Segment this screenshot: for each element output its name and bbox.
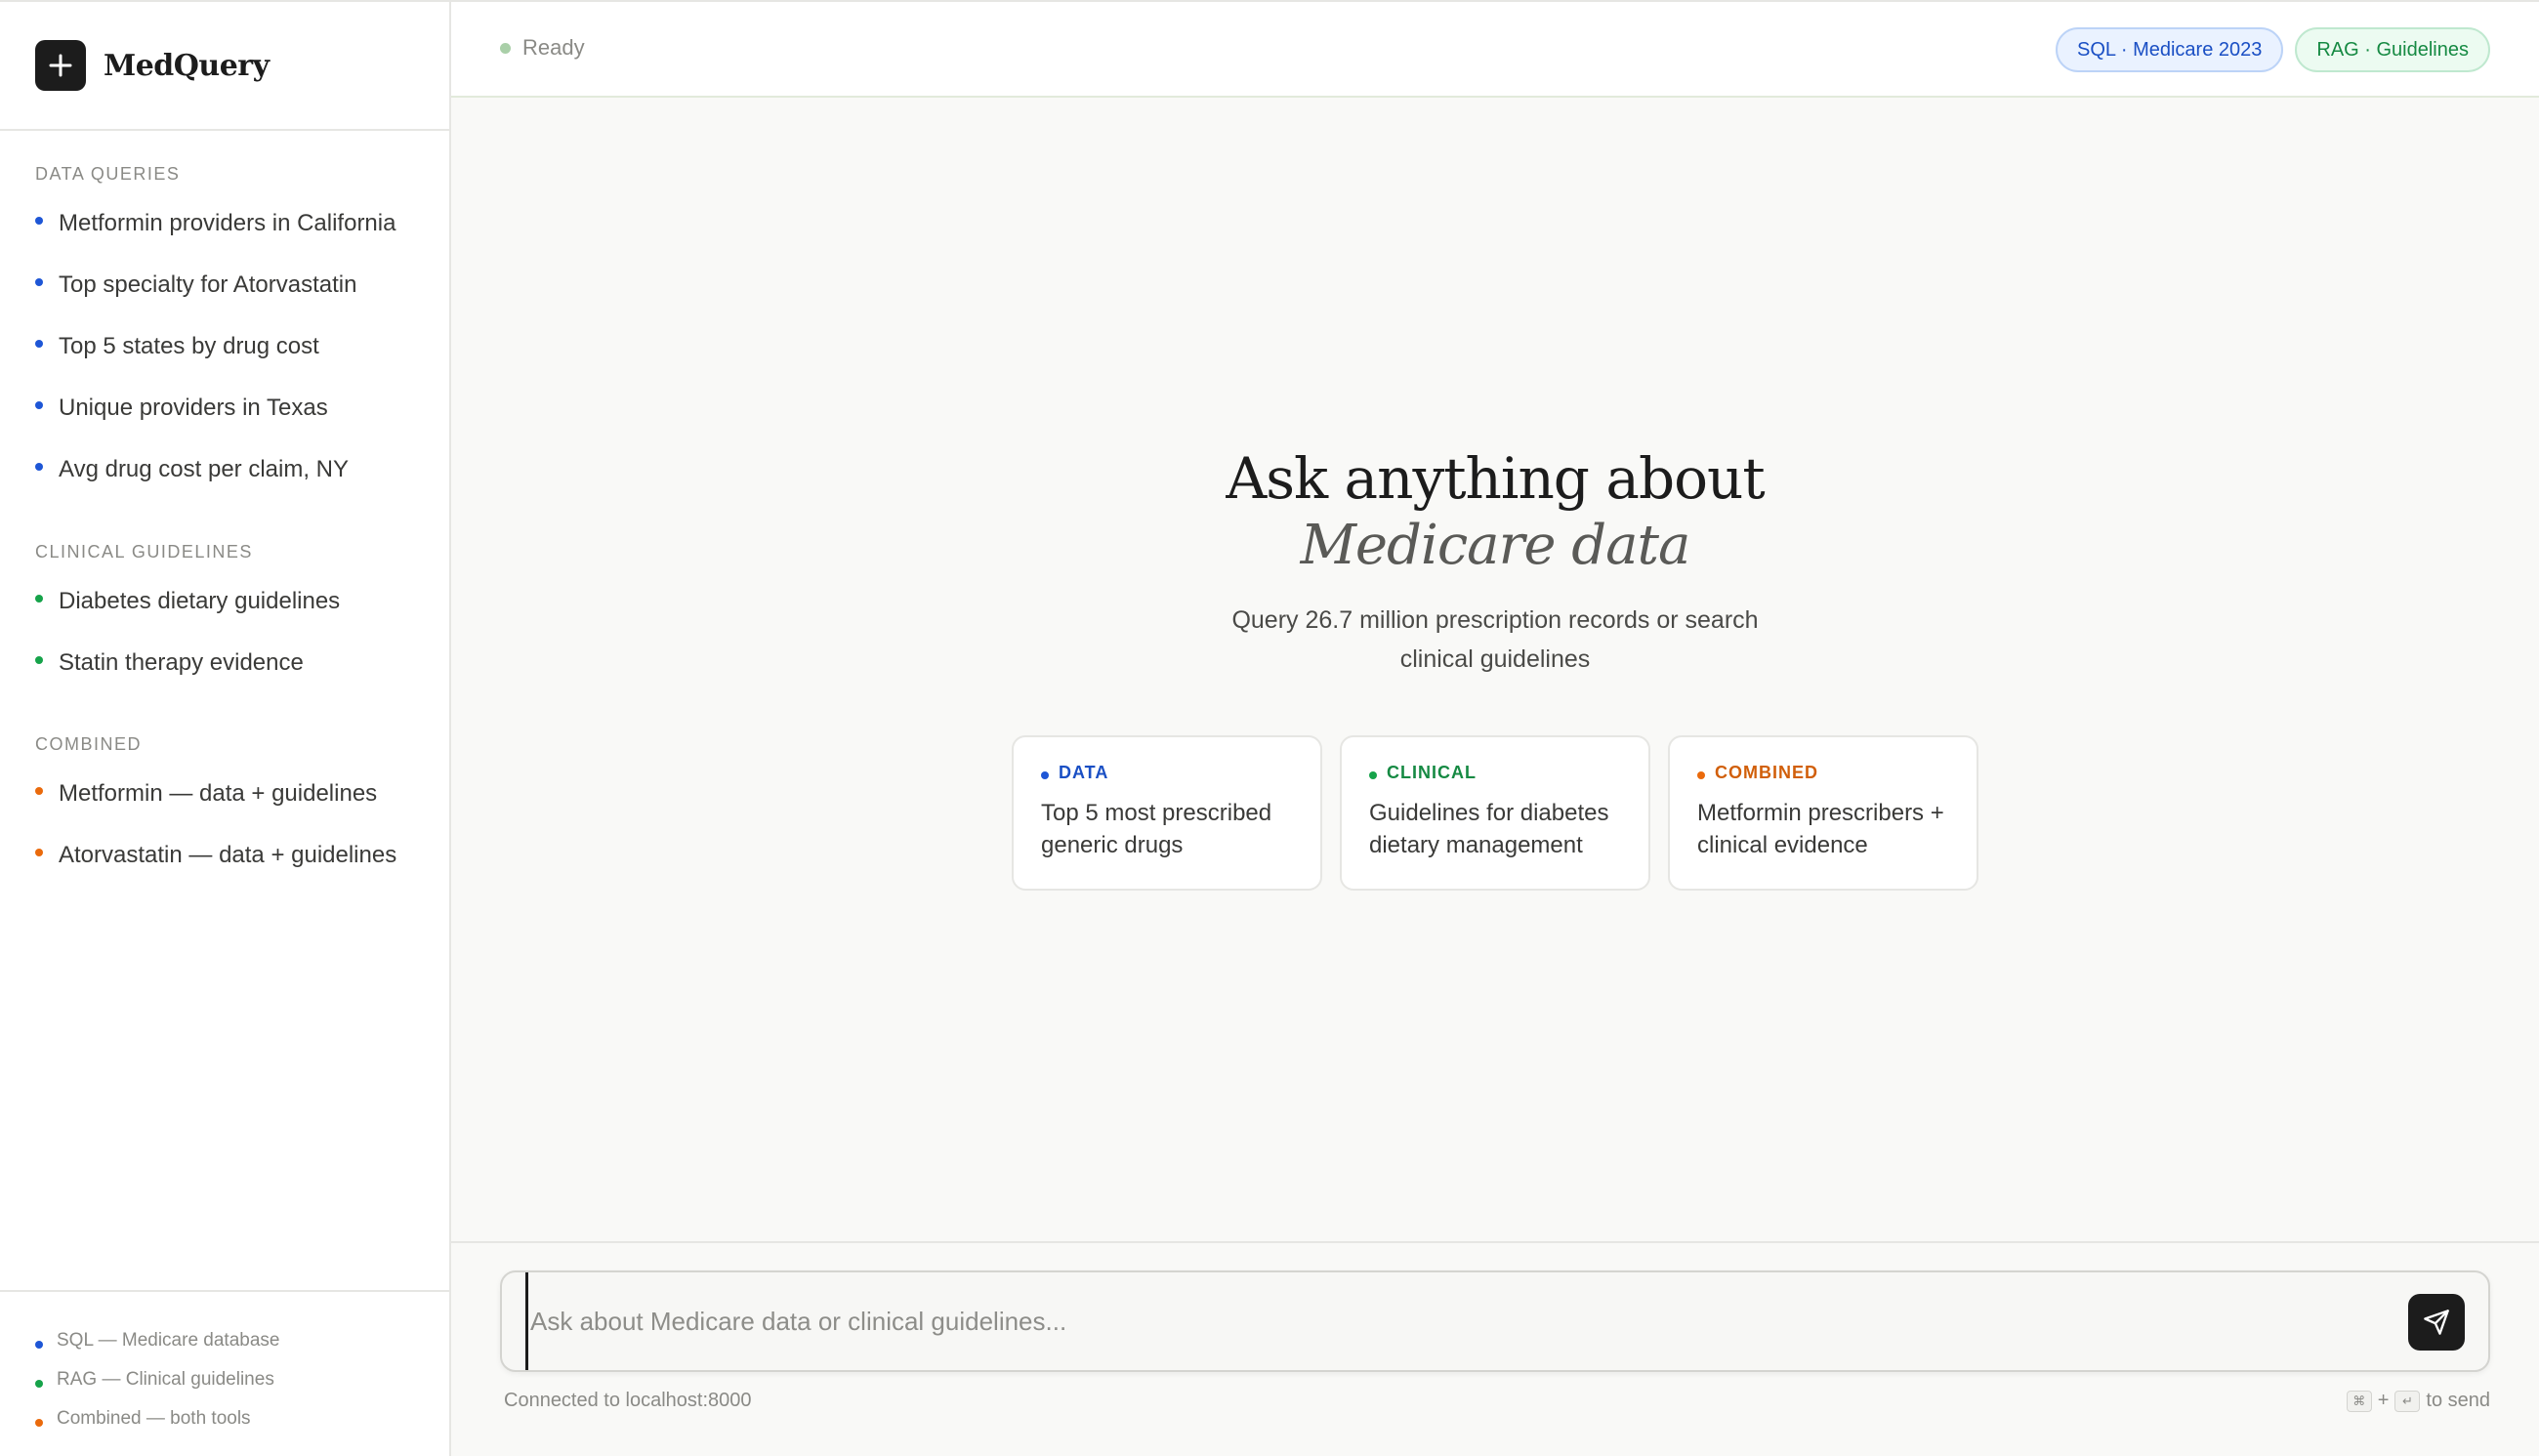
sidebar: MedQuery DATA QUERIES Metformin provider… — [0, 0, 451, 1456]
card-text: Top 5 most prescribed generic drugs — [1041, 800, 1272, 858]
sidebar-item-label: Metformin — data + guidelines — [59, 779, 378, 807]
hero-subtitle: Query 26.7 million prescription records … — [1231, 606, 1759, 673]
sidebar-item-metformin-combined[interactable]: Metformin — data + guidelines — [0, 763, 449, 824]
tool-legend: SQL — Medicare database RAG — Clinical g… — [0, 1290, 449, 1456]
suggestion-card-combined[interactable]: COMBINED Metformin prescribers + clinica… — [1668, 735, 1978, 891]
orange-dot-icon — [1697, 770, 1705, 779]
plus-icon — [35, 40, 86, 91]
orange-dot-icon — [35, 1419, 43, 1427]
card-text: Metformin prescribers + clinical evidenc… — [1697, 800, 1944, 858]
brand[interactable]: MedQuery — [0, 2, 449, 131]
sidebar-item-top-states[interactable]: Top 5 states by drug cost — [0, 315, 449, 377]
send-button[interactable] — [2408, 1294, 2465, 1351]
topbar: Ready SQL · Medicare 2023 RAG · Guidelin… — [451, 0, 2539, 98]
card-text: Guidelines for diabetes dietary manageme… — [1369, 800, 1609, 858]
sidebar-item-label: Top 5 states by drug cost — [59, 332, 319, 359]
orange-dot-icon — [35, 786, 43, 795]
sidebar-item-label: Avg drug cost per claim, NY — [59, 455, 350, 482]
legend-item-rag: RAG — Clinical guidelines — [0, 1360, 449, 1399]
hero-title: Ask anything about — [1226, 445, 1765, 512]
section-label-data-queries: DATA QUERIES — [35, 164, 181, 184]
green-dot-icon — [35, 655, 43, 664]
sidebar-item-label: Metformin providers in California — [59, 209, 396, 236]
sidebar-item-unique-providers-tx[interactable]: Unique providers in Texas — [0, 377, 449, 438]
chat-input[interactable] — [525, 1272, 2391, 1370]
composer — [500, 1270, 2490, 1372]
green-dot-icon — [1369, 770, 1377, 779]
blue-dot-icon — [35, 1341, 43, 1349]
sidebar-item-diabetes-diet[interactable]: Diabetes dietary guidelines — [0, 570, 449, 632]
status-dot-icon — [500, 42, 511, 54]
blue-dot-icon — [35, 400, 43, 409]
app-name: MedQuery — [104, 48, 270, 83]
blue-dot-icon — [35, 277, 43, 286]
sidebar-item-label: Top specialty for Atorvastatin — [59, 270, 357, 298]
command-key-icon: ⌘ — [2346, 1390, 2372, 1412]
sidebar-item-label: Atorvastatin — data + guidelines — [59, 841, 397, 868]
sidebar-item-avg-cost-ny[interactable]: Avg drug cost per claim, NY — [0, 438, 449, 500]
send-shortcut-hint: ⌘ + ↵ to send — [2346, 1390, 2490, 1412]
suggestion-card-clinical[interactable]: CLINICAL Guidelines for diabetes dietary… — [1340, 735, 1650, 891]
status-text: Ready — [522, 35, 585, 60]
sidebar-item-label: Unique providers in Texas — [59, 394, 328, 421]
legend-item-combined: Combined — both tools — [0, 1399, 449, 1438]
enter-key-icon: ↵ — [2394, 1390, 2421, 1412]
sql-source-pill[interactable]: SQL · Medicare 2023 — [2056, 27, 2284, 72]
connection-status: Connected to localhost:8000 — [504, 1390, 752, 1411]
section-label-combined: COMBINED — [35, 734, 143, 754]
send-icon — [2424, 1310, 2449, 1335]
sidebar-item-atorvastatin-specialty[interactable]: Top specialty for Atorvastatin — [0, 254, 449, 315]
section-label-clinical: CLINICAL GUIDELINES — [35, 542, 253, 562]
sidebar-item-label: Statin therapy evidence — [59, 648, 304, 676]
hero-title-emphasis: Medicare data — [1300, 514, 1691, 577]
card-tag: COMBINED — [1715, 763, 1818, 782]
sidebar-item-statin-evidence[interactable]: Statin therapy evidence — [0, 632, 449, 693]
blue-dot-icon — [35, 339, 43, 348]
blue-dot-icon — [35, 216, 43, 225]
green-dot-icon — [35, 594, 43, 603]
card-tag: CLINICAL — [1387, 763, 1477, 782]
status-indicator: Ready — [500, 35, 585, 61]
hero: Ask anything about Medicare data Query 2… — [451, 444, 2539, 679]
card-tag: DATA — [1059, 763, 1109, 782]
sidebar-item-atorvastatin-combined[interactable]: Atorvastatin — data + guidelines — [0, 824, 449, 886]
sidebar-item-metformin-ca[interactable]: Metformin providers in California — [0, 192, 449, 254]
green-dot-icon — [35, 1380, 43, 1388]
suggestion-cards: DATA Top 5 most prescribed generic drugs… — [1012, 735, 1978, 891]
blue-dot-icon — [1041, 770, 1049, 779]
suggestion-card-data[interactable]: DATA Top 5 most prescribed generic drugs — [1012, 735, 1322, 891]
legend-item-sql: SQL — Medicare database — [0, 1321, 449, 1360]
rag-source-pill[interactable]: RAG · Guidelines — [2295, 27, 2490, 72]
composer-area: Connected to localhost:8000 ⌘ + ↵ to sen… — [451, 1241, 2539, 1456]
blue-dot-icon — [35, 462, 43, 471]
sidebar-item-label: Diabetes dietary guidelines — [59, 587, 341, 614]
orange-dot-icon — [35, 848, 43, 856]
source-pills: SQL · Medicare 2023 RAG · Guidelines — [2056, 27, 2490, 72]
